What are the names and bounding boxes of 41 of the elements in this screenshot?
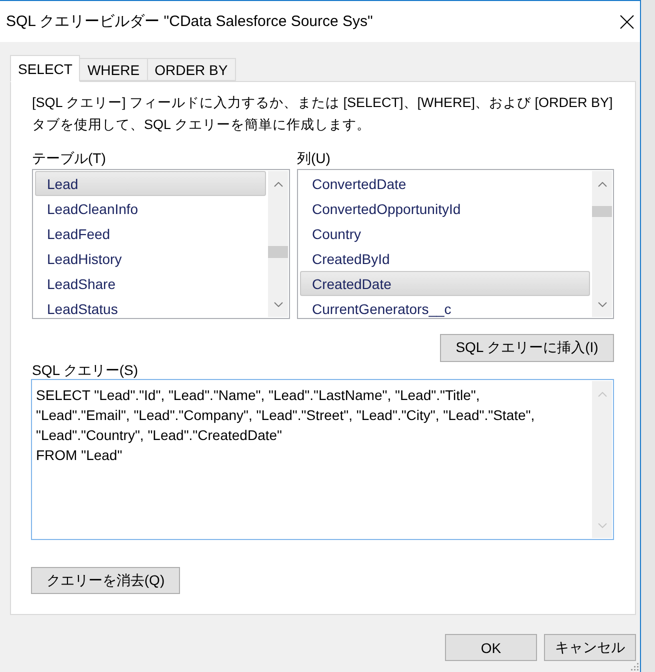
list-item[interactable]: LeadFeed	[35, 221, 266, 246]
insert-button[interactable]: SQL クエリーに挿入(I)	[440, 334, 614, 362]
column-list[interactable]: ConvertedDate ConvertedOpportunityId Country CreatedById CreatedDate CurrentGenerators__c	[297, 169, 614, 319]
list-item[interactable]: CreatedById	[300, 246, 590, 271]
scrollbar-thumb[interactable]	[592, 206, 612, 217]
chevron-up-icon[interactable]	[274, 182, 282, 186]
scrollbar-thumb[interactable]	[268, 246, 288, 258]
query-label: SQL クエリー(S)	[32, 362, 138, 378]
query-field[interactable]	[31, 379, 614, 540]
list-item[interactable]: Lead	[35, 171, 266, 196]
list-item[interactable]: CurrentGenerators__c	[300, 296, 590, 321]
tab[interactable]: ORDER BY	[146, 58, 236, 81]
scrollbar[interactable]	[592, 171, 612, 317]
list-item[interactable]: LeadStatus	[35, 296, 266, 321]
scrollbar[interactable]	[592, 381, 612, 538]
list-item[interactable]: ConvertedDate	[300, 171, 590, 196]
scrollbar[interactable]	[268, 171, 288, 317]
list-item[interactable]: LeadCleanInfo	[35, 196, 266, 221]
list-label: テーブル(T)	[32, 149, 107, 167]
tab[interactable]: WHERE	[79, 58, 148, 81]
list-item[interactable]: CreatedDate	[300, 271, 590, 296]
clear-button[interactable]: クエリーを消去(Q)	[31, 567, 180, 594]
close-icon	[620, 14, 634, 28]
window-title: SQL クエリービルダー "CData Salesforce Source Sys"	[6, 12, 373, 31]
chevron-up-icon[interactable]	[598, 392, 606, 396]
resize-grip-icon[interactable]	[630, 662, 639, 671]
tab[interactable]: SELECT	[10, 55, 80, 82]
description-text: [SQL クエリー] フィールドに入力するか、または [SELECT]、[WHERE]、および [ORDER BY] タブを使用して、SQL クエリーを簡単に作成します。	[32, 94, 614, 134]
list-item[interactable]: LeadShare	[35, 271, 266, 296]
chevron-up-icon[interactable]	[598, 182, 606, 186]
table-list[interactable]: Lead LeadCleanInfo LeadFeed LeadHistory LeadShare LeadStatus	[32, 169, 290, 319]
query-text: SELECT "Lead"."Id", "Lead"."Name", "Lead"."LastName", "Lead"."Title", "Lead"."Email", "Lead"."Company", "Lead"."Street", "Lead"."City", "Lead"."State", "Lead"."Country", "Lead"."CreatedDate" FROM "Lead"	[35, 386, 536, 465]
list-item[interactable]: Country	[300, 221, 590, 246]
chevron-down-icon[interactable]	[274, 302, 282, 306]
dialog-button[interactable]: キャンセル	[544, 634, 636, 661]
list-item[interactable]: ConvertedOpportunityId	[300, 196, 590, 221]
dialog-button[interactable]: OK	[445, 634, 537, 661]
chevron-down-icon[interactable]	[598, 302, 606, 306]
list-item[interactable]: LeadHistory	[35, 246, 266, 271]
list-label: 列(U)	[297, 149, 332, 167]
chevron-down-icon[interactable]	[598, 522, 606, 528]
